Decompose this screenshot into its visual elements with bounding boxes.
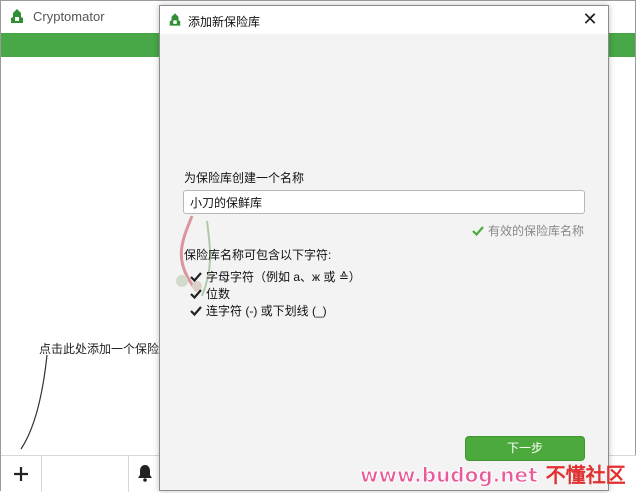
- watermark-url: www.budog.net: [360, 463, 539, 488]
- vault-name-input[interactable]: [183, 190, 585, 214]
- dialog-title: 添加新保险库: [188, 15, 261, 29]
- rule-item: 位数: [190, 285, 230, 302]
- add-vault-button[interactable]: [1, 456, 42, 492]
- rule-text: 位数: [206, 287, 231, 301]
- check-icon: [472, 225, 484, 236]
- rule-item: 字母字符（例如 a、ж 或 ≙）: [190, 268, 361, 285]
- cryptomator-logo-icon: [9, 8, 25, 27]
- check-icon: [190, 288, 202, 299]
- allowed-chars-title: 保险库名称可包含以下字符:: [184, 248, 332, 262]
- add-vault-hint: 点击此处添加一个保险: [39, 342, 160, 356]
- bottom-divider: [128, 456, 129, 492]
- check-icon: [190, 305, 202, 316]
- site-watermark: www.budog.net 不懂社区: [360, 459, 626, 488]
- next-button[interactable]: 下一步: [465, 436, 585, 461]
- add-vault-dialog: 添加新保险库 ✕ 为保险库创建一个名称 有效的保险库名称 保险库名称可包含以下字…: [159, 5, 609, 491]
- bell-icon[interactable]: [137, 464, 153, 485]
- name-valid-indicator: 有效的保险库名称: [472, 222, 584, 239]
- dialog-close-icon[interactable]: ✕: [580, 9, 600, 29]
- check-icon: [190, 271, 202, 282]
- valid-text: 有效的保险库名称: [487, 224, 584, 238]
- hint-arrow-icon: [20, 354, 48, 450]
- vault-name-label: 为保险库创建一个名称: [184, 171, 305, 185]
- watermark-cn: 不懂社区: [545, 463, 626, 487]
- dialog-titlebar: 添加新保险库 ✕: [160, 6, 608, 34]
- rule-text: 连字符 (-) 或下划线 (_): [206, 304, 327, 318]
- cryptomator-logo-icon: [168, 12, 182, 30]
- app-title: Cryptomator: [33, 9, 105, 24]
- rule-item: 连字符 (-) 或下划线 (_): [190, 302, 327, 319]
- rule-text: 字母字符（例如 a、ж 或 ≙）: [206, 270, 361, 284]
- main-close-icon[interactable]: X: [618, 69, 627, 85]
- plus-icon: [14, 467, 28, 481]
